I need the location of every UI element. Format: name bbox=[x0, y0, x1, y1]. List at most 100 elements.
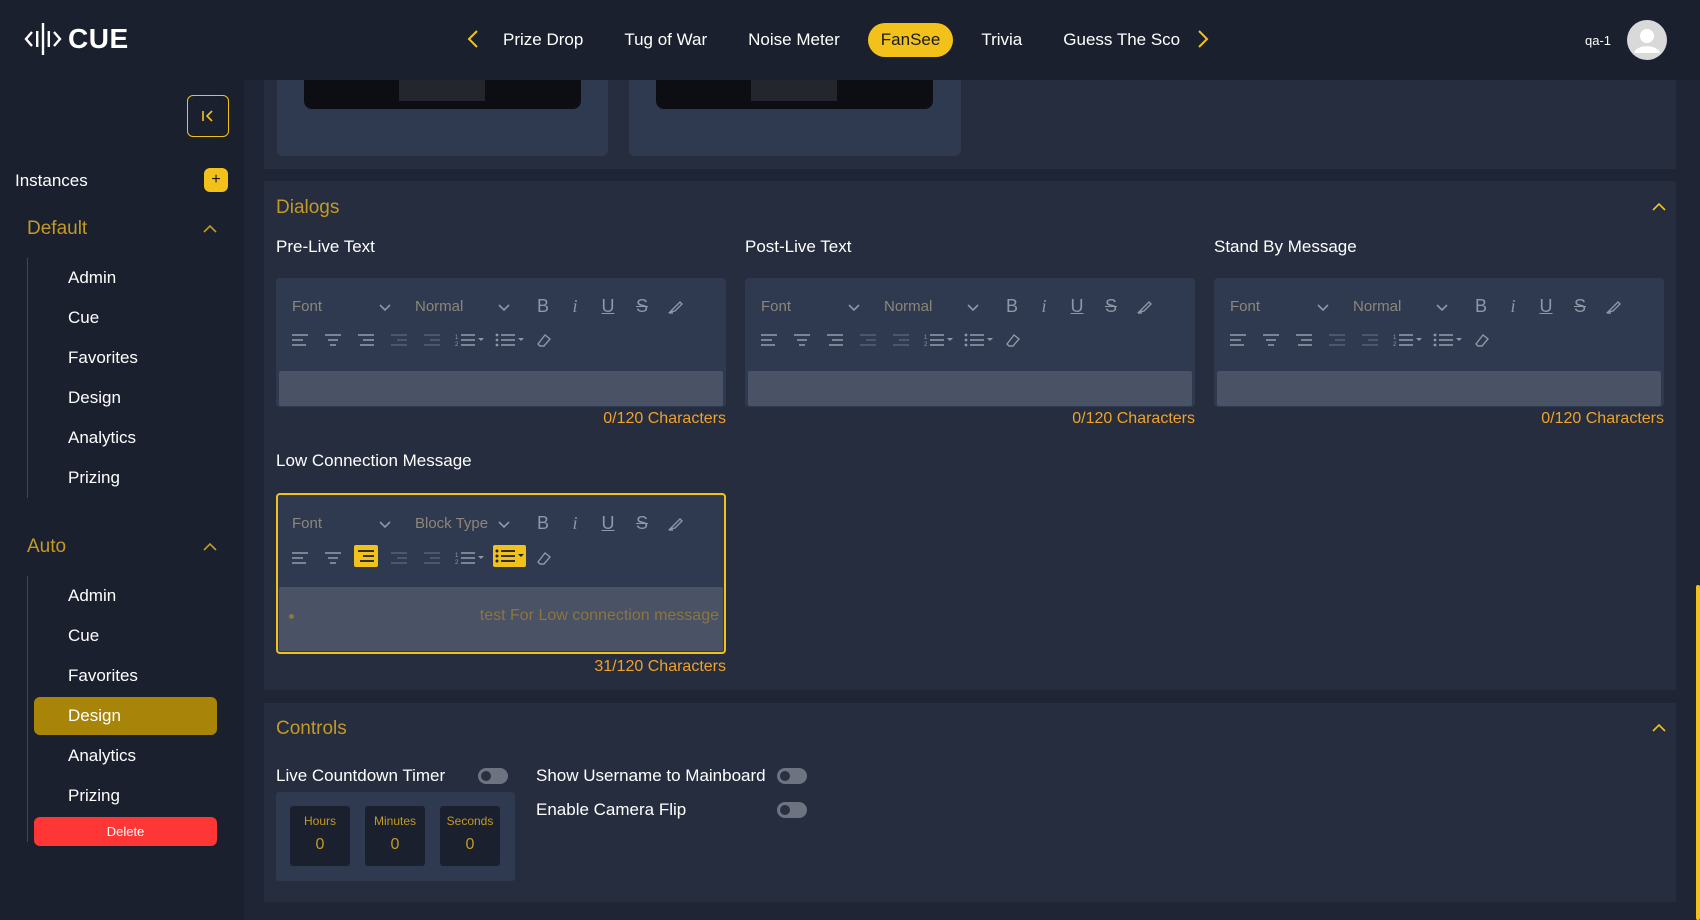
ordered-list-icon[interactable]: 12 bbox=[455, 330, 485, 350]
sidebar-item-prizing[interactable]: Prizing bbox=[34, 459, 217, 497]
seconds-input[interactable]: Seconds 0 bbox=[440, 806, 500, 866]
italic-icon[interactable]: i bbox=[1503, 296, 1523, 316]
bold-icon[interactable]: B bbox=[1471, 296, 1491, 316]
sidebar-item-admin[interactable]: Admin bbox=[34, 577, 217, 615]
font-select[interactable]: Font bbox=[1230, 298, 1260, 315]
italic-icon[interactable]: i bbox=[565, 296, 585, 316]
align-center-icon[interactable] bbox=[792, 330, 812, 350]
chevron-up-icon[interactable] bbox=[1650, 719, 1668, 737]
font-select[interactable]: Font bbox=[761, 298, 791, 315]
chevron-down-icon[interactable] bbox=[1316, 303, 1330, 313]
chevron-down-icon[interactable] bbox=[378, 303, 392, 313]
sidebar-item-favorites[interactable]: Favorites bbox=[34, 657, 217, 695]
camera-flip-toggle[interactable] bbox=[777, 802, 807, 818]
indent-icon[interactable] bbox=[1360, 330, 1380, 350]
tab-prize-drop[interactable]: Prize Drop bbox=[490, 23, 596, 57]
ordered-list-icon[interactable]: 12 bbox=[924, 330, 954, 350]
sidebar-item-analytics[interactable]: Analytics bbox=[34, 419, 217, 457]
show-username-toggle[interactable] bbox=[777, 768, 807, 784]
preview-card[interactable] bbox=[277, 80, 608, 156]
bullet-list-icon[interactable] bbox=[493, 545, 526, 567]
sidebar-item-design[interactable]: Design bbox=[34, 697, 217, 735]
align-left-icon[interactable] bbox=[759, 330, 779, 350]
bullet-list-icon[interactable] bbox=[495, 330, 525, 350]
sidebar-item-cue[interactable]: Cue bbox=[34, 299, 217, 337]
underline-icon[interactable]: U bbox=[1536, 296, 1556, 316]
highlight-pen-icon[interactable] bbox=[1135, 296, 1155, 316]
align-center-icon[interactable] bbox=[1261, 330, 1281, 350]
eraser-icon[interactable] bbox=[533, 548, 553, 568]
outdent-icon[interactable] bbox=[389, 330, 409, 350]
minutes-input[interactable]: Minutes 0 bbox=[365, 806, 425, 866]
font-select[interactable]: Font bbox=[292, 515, 322, 532]
eraser-icon[interactable] bbox=[1002, 330, 1022, 350]
strikethrough-icon[interactable]: S bbox=[632, 513, 652, 533]
outdent-icon[interactable] bbox=[858, 330, 878, 350]
chevron-up-icon[interactable] bbox=[201, 220, 219, 238]
italic-icon[interactable]: i bbox=[1034, 296, 1054, 316]
collapse-sidebar-button[interactable] bbox=[187, 95, 229, 137]
tab-fansee[interactable]: FanSee bbox=[867, 23, 954, 57]
block-type-select[interactable]: Normal bbox=[415, 298, 463, 315]
indent-icon[interactable] bbox=[891, 330, 911, 350]
chevron-up-icon[interactable] bbox=[201, 538, 219, 556]
sidebar-item-cue[interactable]: Cue bbox=[34, 617, 217, 655]
bold-icon[interactable]: B bbox=[533, 296, 553, 316]
chevron-down-icon[interactable] bbox=[966, 303, 980, 313]
italic-icon[interactable]: i bbox=[565, 513, 585, 533]
highlight-pen-icon[interactable] bbox=[1604, 296, 1624, 316]
align-right-icon[interactable] bbox=[825, 330, 845, 350]
bullet-list-icon[interactable] bbox=[964, 330, 994, 350]
align-right-icon[interactable] bbox=[1294, 330, 1314, 350]
chevron-left-icon[interactable] bbox=[462, 28, 484, 52]
indent-icon[interactable] bbox=[422, 548, 442, 568]
strikethrough-icon[interactable]: S bbox=[1570, 296, 1590, 316]
align-right-icon[interactable] bbox=[356, 330, 376, 350]
align-left-icon[interactable] bbox=[290, 548, 310, 568]
bold-icon[interactable]: B bbox=[1002, 296, 1022, 316]
ordered-list-icon[interactable]: 12 bbox=[1393, 330, 1423, 350]
sidebar-item-prizing[interactable]: Prizing bbox=[34, 777, 217, 815]
add-instance-button[interactable]: + bbox=[204, 168, 228, 192]
outdent-icon[interactable] bbox=[1327, 330, 1347, 350]
align-right-icon[interactable] bbox=[354, 545, 378, 567]
highlight-pen-icon[interactable] bbox=[666, 296, 686, 316]
chevron-down-icon[interactable] bbox=[1435, 303, 1449, 313]
outdent-icon[interactable] bbox=[389, 548, 409, 568]
group-title-default[interactable]: Default bbox=[27, 218, 87, 240]
sidebar-item-admin[interactable]: Admin bbox=[34, 259, 217, 297]
underline-icon[interactable]: U bbox=[598, 296, 618, 316]
sidebar-item-analytics[interactable]: Analytics bbox=[34, 737, 217, 775]
post-live-text-input[interactable] bbox=[748, 371, 1192, 406]
tab-tug-of-war[interactable]: Tug of War bbox=[611, 23, 720, 57]
sidebar-item-design[interactable]: Design bbox=[34, 379, 217, 417]
tab-guess-the-score[interactable]: Guess The Score bbox=[1050, 23, 1180, 57]
bold-icon[interactable]: B bbox=[533, 513, 553, 533]
chevron-down-icon[interactable] bbox=[847, 303, 861, 313]
block-type-select[interactable]: Block Type bbox=[415, 515, 488, 532]
stand-by-message-input[interactable] bbox=[1217, 371, 1661, 406]
hours-input[interactable]: Hours 0 bbox=[290, 806, 350, 866]
group-title-auto[interactable]: Auto bbox=[27, 536, 66, 558]
underline-icon[interactable]: U bbox=[598, 513, 618, 533]
preview-card[interactable] bbox=[629, 80, 961, 156]
highlight-pen-icon[interactable] bbox=[666, 513, 686, 533]
cue-logo[interactable]: CUE bbox=[24, 20, 129, 58]
pre-live-text-input[interactable] bbox=[279, 371, 723, 406]
underline-icon[interactable]: U bbox=[1067, 296, 1087, 316]
bullet-list-icon[interactable] bbox=[1433, 330, 1463, 350]
strikethrough-icon[interactable]: S bbox=[1101, 296, 1121, 316]
delete-instance-button[interactable]: Delete bbox=[34, 817, 217, 846]
tab-noise-meter[interactable]: Noise Meter bbox=[735, 23, 853, 57]
indent-icon[interactable] bbox=[422, 330, 442, 350]
chevron-down-icon[interactable] bbox=[497, 520, 511, 530]
strikethrough-icon[interactable]: S bbox=[632, 296, 652, 316]
eraser-icon[interactable] bbox=[533, 330, 553, 350]
align-left-icon[interactable] bbox=[290, 330, 310, 350]
tab-trivia[interactable]: Trivia bbox=[968, 23, 1035, 57]
chevron-right-icon[interactable] bbox=[1192, 28, 1214, 52]
chevron-up-icon[interactable] bbox=[1650, 198, 1668, 216]
ordered-list-icon[interactable]: 12 bbox=[455, 548, 485, 568]
align-center-icon[interactable] bbox=[323, 548, 343, 568]
block-type-select[interactable]: Normal bbox=[1353, 298, 1401, 315]
